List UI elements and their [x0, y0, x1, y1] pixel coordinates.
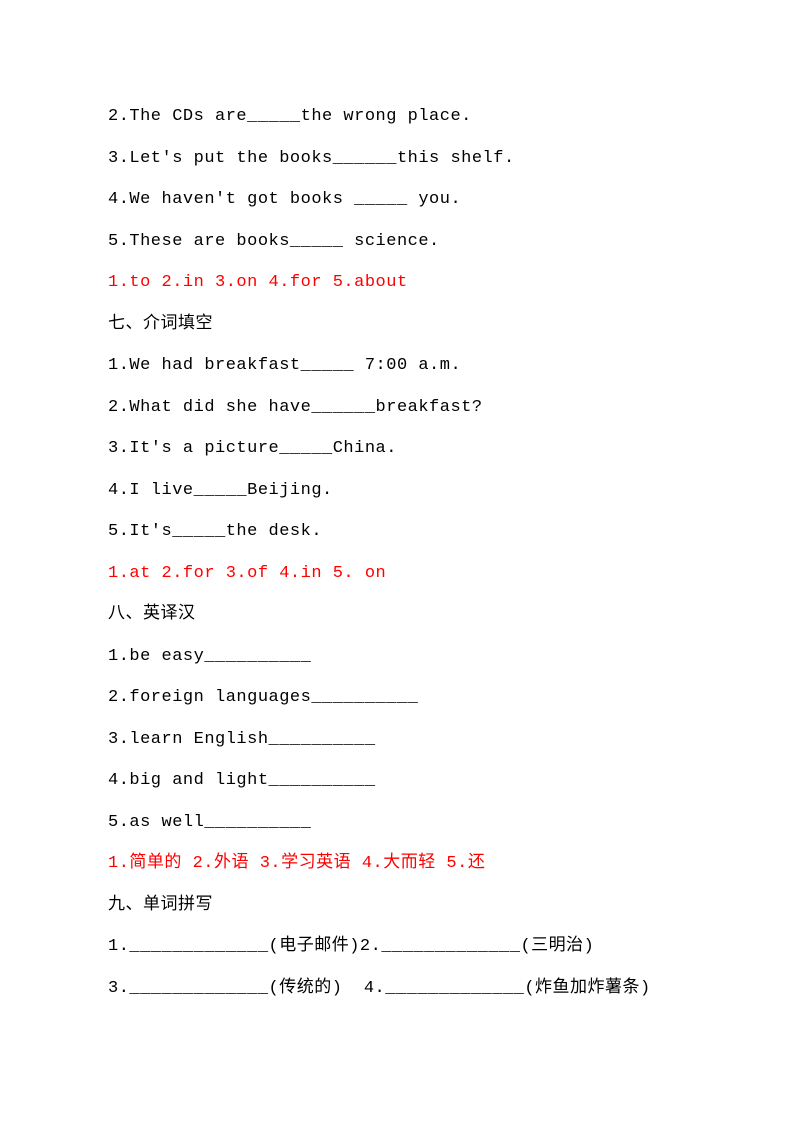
answer-line: 1.to 2.in 3.on 4.for 5.about [108, 274, 686, 291]
exercise-line: 2.foreign languages__________ [108, 689, 686, 706]
exercise-line: 2.The CDs are_____the wrong place. [108, 108, 686, 125]
exercise-line: 5.It's_____the desk. [108, 523, 686, 540]
answer-line: 1.at 2.for 3.of 4.in 5. on [108, 565, 686, 582]
exercise-line: 1.be easy__________ [108, 648, 686, 665]
exercise-line: 4.big and light__________ [108, 772, 686, 789]
section-heading: 八、英译汉 [108, 606, 686, 623]
exercise-line: 3._____________(传统的) 4._____________(炸鱼加… [108, 980, 686, 997]
answer-line: 1.简单的 2.外语 3.学习英语 4.大而轻 5.还 [108, 855, 686, 872]
exercise-line: 4.I live_____Beijing. [108, 482, 686, 499]
exercise-line: 3.It's a picture_____China. [108, 440, 686, 457]
exercise-line: 1._____________(电子邮件)2._____________(三明治… [108, 938, 686, 955]
section-heading: 九、单词拼写 [108, 897, 686, 914]
exercise-line: 3.learn English__________ [108, 731, 686, 748]
section-heading: 七、介词填空 [108, 316, 686, 333]
exercise-line: 3.Let's put the books______this shelf. [108, 150, 686, 167]
document-body: 2.The CDs are_____the wrong place. 3.Let… [108, 108, 686, 997]
exercise-line: 5.These are books_____ science. [108, 233, 686, 250]
exercise-line: 4.We haven't got books _____ you. [108, 191, 686, 208]
exercise-line: 2.What did she have______breakfast? [108, 399, 686, 416]
exercise-line: 5.as well__________ [108, 814, 686, 831]
exercise-line: 1.We had breakfast_____ 7:00 a.m. [108, 357, 686, 374]
